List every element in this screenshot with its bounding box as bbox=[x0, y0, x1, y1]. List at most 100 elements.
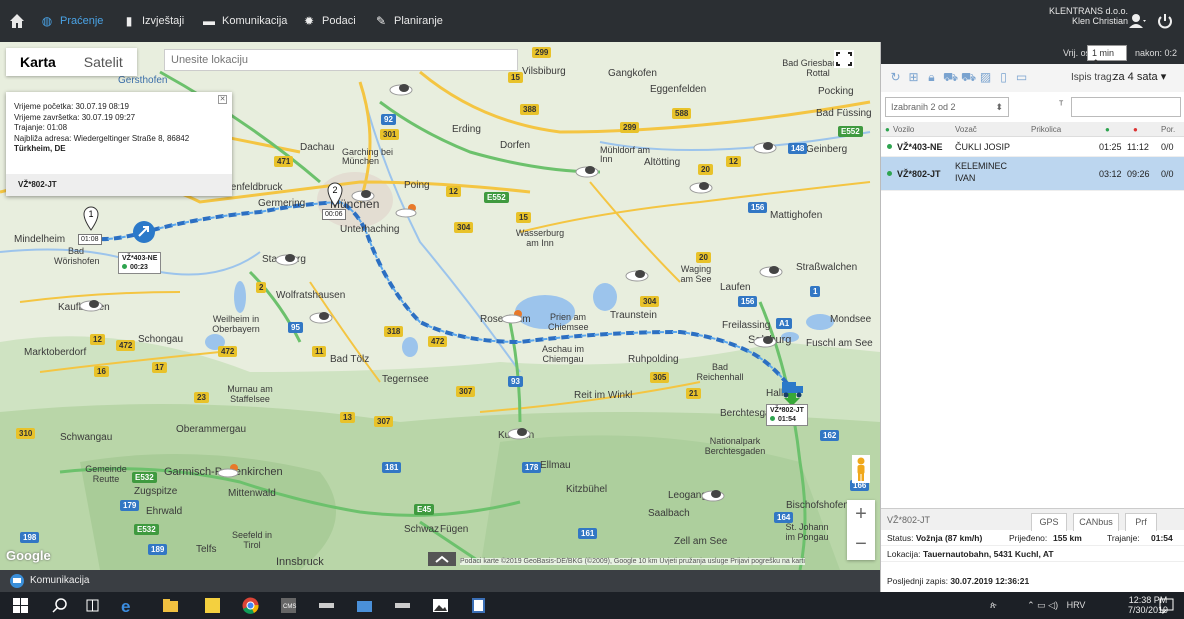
ispis-select[interactable]: za 4 sata ▾ bbox=[1109, 68, 1181, 86]
nav-komunikacija[interactable]: ▬ Komunikacija bbox=[202, 0, 287, 42]
weather-cloud-icon bbox=[753, 336, 777, 348]
lock-icon[interactable]: 🔒︎ bbox=[925, 71, 938, 84]
map-label: Mondsee bbox=[830, 314, 872, 325]
power-icon[interactable] bbox=[1156, 12, 1174, 30]
vehicle-marker-label[interactable]: VŽ*802-JT 01:54 bbox=[766, 404, 808, 426]
vehicle-marker-plate: VŽ*802-JT bbox=[770, 407, 804, 414]
map-label: Vilsbiburg bbox=[522, 66, 566, 77]
zoom-out-button[interactable]: − bbox=[847, 530, 875, 560]
road-badge: 11 bbox=[312, 346, 327, 357]
road-badge: 310 bbox=[16, 428, 36, 439]
tab-canbus[interactable]: CANbus bbox=[1073, 513, 1119, 531]
map-type-satellite-button[interactable]: Satelit bbox=[70, 48, 137, 76]
user-icon[interactable] bbox=[1128, 12, 1146, 30]
ispis-label: Ispis trag: bbox=[1071, 72, 1115, 83]
table-row[interactable]: VŽ*403-NE ČUKLI JOSIP 01:25 11:12 0/0 bbox=[881, 137, 1184, 157]
table-row-selected[interactable]: VŽ*802-JT KELEMINEC IVAN 03:12 09:26 0/0 bbox=[881, 157, 1184, 191]
stop-marker-icon[interactable]: 1 bbox=[82, 206, 100, 232]
map-label: Aschau im Chiemgau bbox=[541, 344, 585, 364]
fuel-icon[interactable]: ▯ bbox=[997, 71, 1010, 84]
notes-app-icon[interactable] bbox=[470, 597, 487, 614]
last-record-label: Posljednji zapis: bbox=[887, 576, 948, 586]
refresh-interval-select[interactable]: 1 min ⬍ bbox=[1087, 45, 1127, 68]
nav-podaci[interactable]: ✹ Podaci bbox=[302, 0, 356, 42]
road-badge: E45 bbox=[414, 504, 435, 515]
col-vozilo[interactable]: Vozilo bbox=[893, 125, 914, 134]
weather-cloud-icon bbox=[625, 270, 649, 282]
row-por: 0/0 bbox=[1161, 169, 1174, 179]
notification-icon[interactable] bbox=[1158, 597, 1175, 614]
truck-icon[interactable]: ⛟ bbox=[961, 71, 976, 84]
road-badge: 92 bbox=[381, 114, 396, 125]
chat-icon bbox=[10, 574, 24, 588]
map-view[interactable]: Gersthofen Dachau Garching bei München E… bbox=[0, 42, 880, 570]
grid-icon[interactable]: ⊞ bbox=[907, 71, 920, 84]
image-icon[interactable]: ▨ bbox=[979, 71, 992, 84]
edge-browser-icon[interactable]: e bbox=[120, 597, 137, 614]
stop-marker-icon[interactable]: 2 bbox=[326, 182, 344, 208]
stop-info-window: ✕ Vrijeme početka: 30.07.19 08:19 Vrijem… bbox=[6, 92, 232, 196]
document-icon[interactable]: ▭ bbox=[1015, 71, 1028, 84]
search-icon[interactable] bbox=[52, 597, 69, 614]
map-label: Fügen bbox=[440, 524, 469, 535]
col-vozac[interactable]: Vozač bbox=[955, 125, 977, 134]
app-icon[interactable]: CMS bbox=[280, 597, 297, 614]
tab-gps[interactable]: GPS bbox=[1031, 513, 1067, 531]
sticky-notes-icon[interactable] bbox=[204, 597, 221, 614]
chrome-icon[interactable] bbox=[242, 597, 259, 614]
app-icon[interactable] bbox=[318, 597, 335, 614]
folder-icon[interactable] bbox=[356, 597, 373, 614]
street-view-pegman-icon[interactable] bbox=[852, 455, 870, 483]
col-prikolica[interactable]: Prikolica bbox=[1031, 125, 1061, 134]
row-time-2: 09:26 bbox=[1127, 169, 1150, 179]
windows-start-icon[interactable] bbox=[12, 597, 29, 614]
weather-cloud-icon bbox=[753, 142, 777, 154]
map-type-map-button[interactable]: Karta bbox=[6, 48, 70, 76]
truck-icon[interactable] bbox=[780, 378, 806, 400]
vehicle-marker-time: 01:54 bbox=[778, 416, 796, 423]
language-indicator[interactable]: HRV bbox=[1067, 600, 1086, 610]
app-icon[interactable] bbox=[394, 597, 411, 614]
nav-izvjestaji[interactable]: ▮ Izvještaji bbox=[122, 0, 185, 42]
vehicle-marker-label[interactable]: VŽ*403-NE 00:23 bbox=[118, 252, 162, 274]
photos-icon[interactable] bbox=[432, 597, 449, 614]
road-badge: 472 bbox=[428, 336, 448, 347]
communication-bar[interactable]: Komunikacija bbox=[0, 570, 880, 592]
col-green-dot-icon[interactable]: ● bbox=[1105, 125, 1110, 134]
car-icon[interactable]: ⛟ bbox=[943, 71, 958, 84]
vehicle-filter-select[interactable]: Izabranih 2 od 2 ⬍ bbox=[885, 97, 1009, 117]
location-value: Tauernautobahn, 5431 Kuchl, AT bbox=[922, 549, 1054, 559]
vehicle-search-input[interactable] bbox=[1071, 97, 1181, 117]
location-search-input[interactable] bbox=[164, 49, 518, 71]
road-badge: 13 bbox=[340, 412, 355, 423]
col-red-dot-icon[interactable]: ● bbox=[1133, 125, 1138, 134]
zoom-in-button[interactable]: + bbox=[847, 500, 875, 530]
road-badge: 588 bbox=[672, 108, 692, 119]
map-label: Murnau am Staffelsee bbox=[227, 384, 273, 404]
col-por[interactable]: Por. bbox=[1161, 125, 1175, 134]
home-icon[interactable] bbox=[8, 12, 26, 30]
map-label: Seefeld in Tirol bbox=[231, 530, 273, 550]
road-badge: 388 bbox=[520, 104, 540, 115]
tab-prf[interactable]: Prf bbox=[1125, 513, 1157, 531]
road-badge: 15 bbox=[516, 212, 531, 223]
refresh-icon[interactable]: ↻ bbox=[889, 71, 902, 84]
vehicle-direction-marker-icon[interactable] bbox=[132, 220, 156, 244]
close-icon[interactable]: ✕ bbox=[218, 95, 227, 104]
task-view-icon[interactable] bbox=[84, 597, 101, 614]
road-badge: 93 bbox=[508, 376, 523, 387]
vehicle-table: ● Vozilo Vozač Prikolica ● ● Por. VŽ*403… bbox=[881, 122, 1184, 191]
people-icon[interactable]: ጵ bbox=[990, 600, 997, 610]
nav-pracenje[interactable]: ◍ Praćenje bbox=[40, 0, 104, 42]
tray-icons[interactable]: ⌃ ▭ ◁) bbox=[1027, 600, 1058, 610]
fullscreen-icon[interactable] bbox=[834, 50, 854, 68]
map-label: Schwaz bbox=[404, 524, 440, 535]
nav-planiranje[interactable]: ✎ Planiranje bbox=[374, 0, 443, 42]
status-label: Status: bbox=[887, 533, 914, 543]
panel-toolbar: ↻ ⊞ 🔒︎ ⛟ ⛟ ▨ ▯ ▭ Ispis trag: za 4 sata ▾ bbox=[881, 64, 1184, 92]
road-badge: E552 bbox=[484, 192, 509, 203]
file-explorer-icon[interactable] bbox=[162, 597, 179, 614]
chevron-up-icon[interactable] bbox=[428, 552, 456, 566]
stop-time-label: 01:08 bbox=[78, 234, 102, 245]
nav-planiranje-label: Planiranje bbox=[394, 15, 443, 27]
